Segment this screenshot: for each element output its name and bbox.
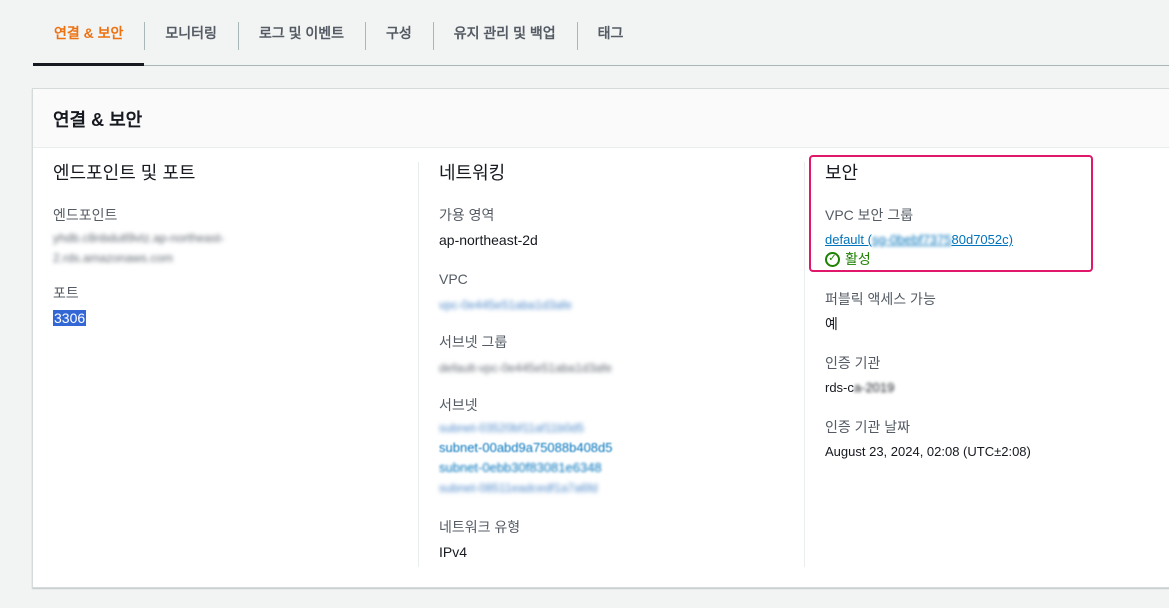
tab-tags[interactable]: 태그 [576, 0, 645, 65]
endpoint-field: 엔드포인트 yhdb.c8nbdutl9vtz.ap-northeast- 2.… [53, 206, 418, 268]
panel-title: 연결 & 보안 [53, 110, 143, 130]
endpoint-value-line1: yhdb.c8nbdutl9vtz.ap-northeast- [53, 231, 225, 245]
tab-maintenance-backups[interactable]: 유지 관리 및 백업 [432, 0, 577, 65]
ca-label: 인증 기관 [825, 355, 881, 371]
status-text: 활성 [845, 251, 871, 267]
tab-configuration[interactable]: 구성 [365, 0, 433, 65]
endpoint-section-title: 엔드포인트 및 포트 [53, 163, 196, 183]
tab-bar: 연결 & 보안 모니터링 로그 및 이벤트 구성 유지 관리 및 백업 태그 [33, 0, 1169, 66]
security-group-value: default (sg-0bebf737580d7052c) [825, 230, 1169, 250]
networking-column: 네트워킹 가용 영역 ap-northeast-2d VPC vpc-0e445… [418, 162, 804, 567]
ca-date-field: 인증 기관 날짜 August 23, 2024, 02:08 (UTC±2:0… [825, 418, 1169, 462]
security-section-title: 보안 [825, 163, 859, 183]
vpc-field: VPC vpc-0e445e51aba1d3afe [439, 270, 804, 315]
endpoint-value: yhdb.c8nbdutl9vtz.ap-northeast- 2.rds.am… [53, 228, 418, 268]
ca-field: 인증 기관 rds-ca-2019 [825, 354, 1169, 398]
subnet-group-label: 서브넷 그룹 [439, 334, 508, 350]
subnets-list: subnet-03520bf11af11b0d5 subnet-00abd9a7… [439, 418, 804, 498]
endpoint-value-line2: 2.rds.amazonaws.com [53, 251, 174, 265]
subnet-group-value: default-vpc-0e445e51aba1d3afe [439, 357, 804, 378]
sg-suffix: 80d7052c) [951, 232, 1013, 247]
public-access-value: 예 [825, 316, 838, 332]
networking-section-title: 네트워킹 [439, 163, 506, 183]
subnet-link[interactable]: subnet-00abd9a75088b408d5 [439, 438, 804, 458]
subnet-link[interactable]: subnet-08511eadcedf1a7a6fd [439, 478, 804, 498]
endpoint-label: 엔드포인트 [53, 207, 118, 223]
tab-monitoring[interactable]: 모니터링 [144, 0, 238, 65]
security-column: 보안 VPC 보안 그룹 default (sg-0bebf737580d705… [804, 162, 1169, 567]
ca-prefix: rds-c [825, 380, 854, 395]
vpc-value: vpc-0e445e51aba1d3afe [439, 294, 804, 315]
subnets-label: 서브넷 [439, 397, 478, 413]
sg-blurred-id: sg-0bebf7375 [871, 232, 952, 247]
subnet-group-link[interactable]: default-vpc-0e445e51aba1d3afe [439, 361, 612, 375]
ca-date-value: August 23, 2024, 02:08 (UTC±2:08) [825, 444, 1031, 459]
subnet-group-field: 서브넷 그룹 default-vpc-0e445e51aba1d3afe [439, 333, 804, 378]
az-field: 가용 영역 ap-northeast-2d [439, 206, 804, 250]
ca-value: rds-ca-2019 [825, 378, 1169, 398]
vpc-link[interactable]: vpc-0e445e51aba1d3afe [439, 298, 572, 312]
tab-connectivity-security[interactable]: 연결 & 보안 [33, 0, 145, 66]
port-value-text: 3306 [53, 310, 87, 326]
subnet-link[interactable]: subnet-0ebb30f83081e6348 [439, 458, 804, 478]
security-group-link[interactable]: default (sg-0bebf737580d7052c) [825, 232, 1013, 247]
rds-connectivity-page: 연결 & 보안 모니터링 로그 및 이벤트 구성 유지 관리 및 백업 태그 연… [0, 0, 1169, 608]
subnets-field: 서브넷 subnet-03520bf11af11b0d5 subnet-00ab… [439, 396, 804, 498]
panel-header: 연결 & 보안 [33, 89, 1169, 148]
tab-logs-events[interactable]: 로그 및 이벤트 [237, 0, 365, 65]
vpc-label: VPC [439, 271, 468, 287]
security-group-field: VPC 보안 그룹 default (sg-0bebf737580d7052c)… [825, 206, 1169, 268]
port-label: 포트 [53, 285, 79, 301]
sg-prefix: default ( [825, 232, 872, 247]
network-type-value: IPv4 [439, 544, 468, 560]
public-access-label: 퍼블릭 액세스 가능 [825, 291, 936, 307]
network-type-label: 네트워크 유형 [439, 519, 521, 535]
subnet-link[interactable]: subnet-03520bf11af11b0d5 [439, 418, 804, 438]
check-circle-icon: ✓ [825, 251, 840, 267]
port-value: 3306 [53, 308, 418, 328]
connectivity-security-panel: 연결 & 보안 엔드포인트 및 포트 엔드포인트 yhdb.c8nbdutl9v… [32, 88, 1169, 588]
az-value: ap-northeast-2d [439, 232, 538, 248]
security-group-status: ✓ 활성 [825, 250, 1169, 268]
ca-blurred: a-2019 [853, 380, 895, 395]
az-label: 가용 영역 [439, 207, 495, 223]
network-type-field: 네트워크 유형 IPv4 [439, 518, 804, 562]
security-group-label: VPC 보안 그룹 [825, 207, 914, 223]
ca-date-label: 인증 기관 날짜 [825, 419, 911, 435]
public-access-field: 퍼블릭 액세스 가능 예 [825, 290, 1169, 334]
endpoint-port-column: 엔드포인트 및 포트 엔드포인트 yhdb.c8nbdutl9vtz.ap-no… [53, 162, 418, 567]
port-field: 포트 3306 [53, 284, 418, 328]
